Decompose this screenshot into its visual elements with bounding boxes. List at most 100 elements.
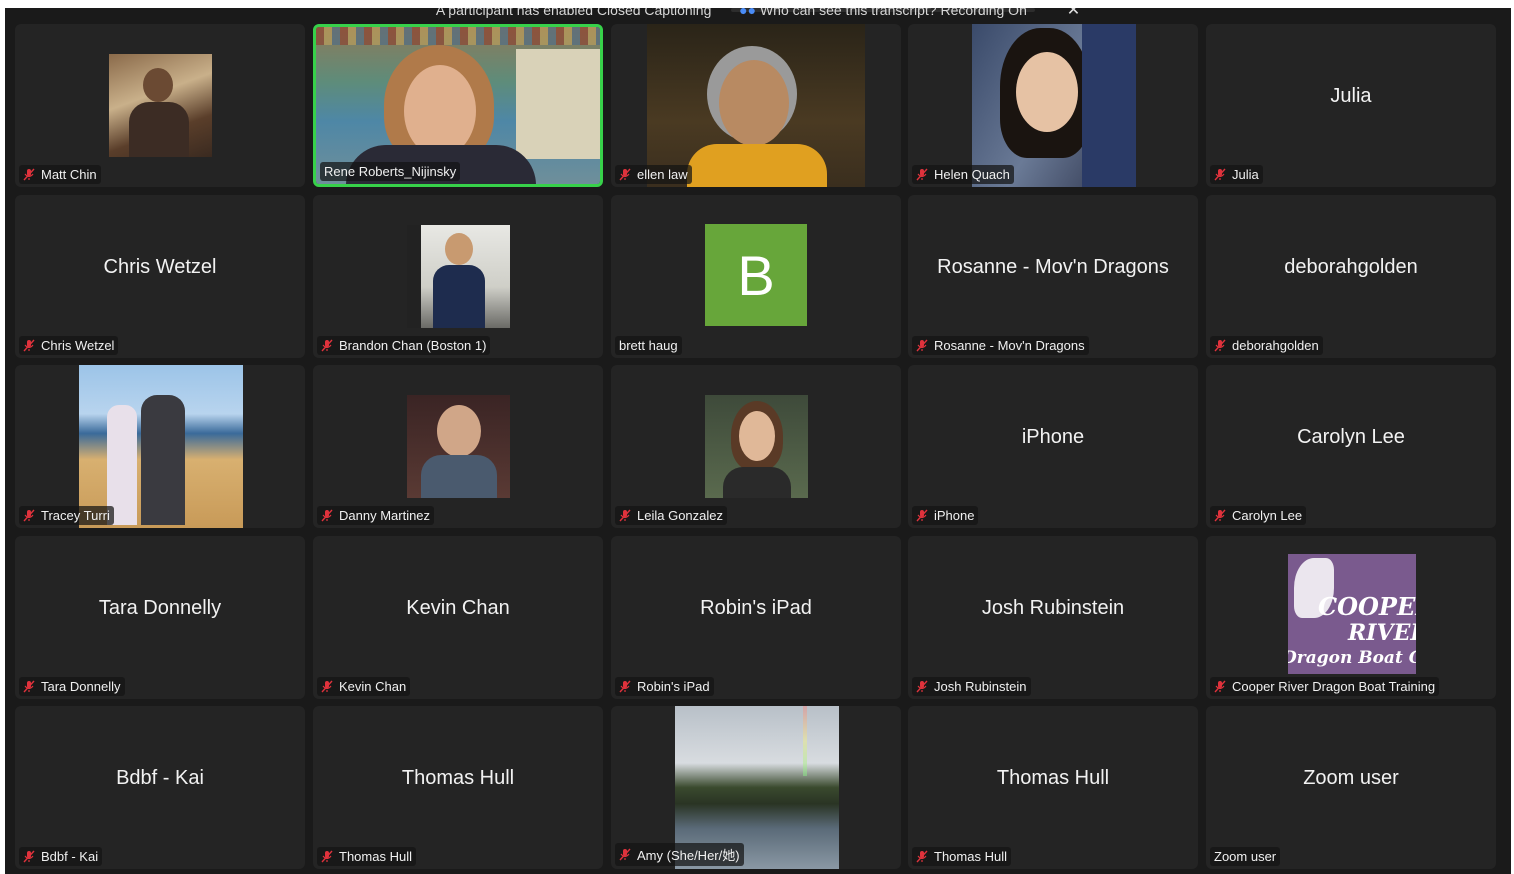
mic-muted-icon (916, 680, 928, 693)
name-label: ellen law (615, 165, 692, 184)
name-label: Carolyn Lee (1210, 506, 1307, 525)
mic-muted-icon (321, 680, 333, 693)
name-label: Josh Rubinstein (912, 677, 1031, 696)
name-label: Cooper River Dragon Boat Training (1210, 677, 1440, 696)
participant-tile-tracey-turri[interactable]: Tracey Turri (15, 365, 305, 528)
participant-display-name: Josh Rubinstein (981, 597, 1125, 619)
caption-notice: A participant has enabled Closed Caption… (435, 8, 712, 18)
mic-muted-icon (23, 168, 35, 181)
name-label: Rene Roberts_Nijinsky (320, 162, 461, 181)
participant-tile-danny-martinez[interactable]: Danny Martinez (313, 365, 603, 528)
name-label: Kevin Chan (317, 677, 411, 696)
mic-muted-icon (23, 680, 35, 693)
participant-tile-tara-donnelly[interactable]: Tara Donnelly Tara Donnelly (15, 536, 305, 699)
mic-muted-icon (1214, 168, 1226, 181)
mic-muted-icon (619, 848, 631, 861)
name-label: Robin's iPad (615, 677, 714, 696)
name-label: Bdbf - Kai (19, 847, 103, 866)
name-label: Chris Wetzel (19, 336, 119, 355)
name-label: Danny Martinez (317, 506, 435, 525)
participant-photo (705, 395, 808, 498)
participant-tile-bdbf-kai[interactable]: Bdbf - Kai Bdbf - Kai (15, 706, 305, 869)
participant-display-name: Thomas Hull (401, 767, 515, 789)
participant-tile-brandon-chan[interactable]: Brandon Chan (Boston 1) (313, 195, 603, 358)
avatar: B (705, 224, 807, 326)
close-icon[interactable]: ✕ (1067, 8, 1080, 19)
participant-display-name: Julia (1330, 85, 1372, 107)
mic-muted-icon (23, 509, 35, 522)
participant-photo (972, 24, 1136, 187)
name-label: Tracey Turri (19, 506, 114, 525)
name-label: Julia (1210, 165, 1263, 184)
participant-tile-rene-roberts[interactable]: Rene Roberts_Nijinsky (313, 24, 603, 187)
transcript-link[interactable]: ●● Who can see this transcript? Recordin… (731, 8, 1035, 17)
participant-display-name: Bdbf - Kai (116, 767, 204, 789)
mic-muted-icon (321, 509, 333, 522)
participant-photo (79, 365, 243, 528)
name-label: Brandon Chan (Boston 1) (317, 336, 491, 355)
participant-display-name: Robin's iPad (700, 597, 812, 619)
participant-tile-thomas-hull-2[interactable]: Thomas Hull Thomas Hull (908, 706, 1198, 869)
name-label: iPhone (912, 506, 979, 525)
mic-muted-icon (916, 850, 928, 863)
mic-muted-icon (1214, 509, 1226, 522)
club-logo: COOPER RIVER Dragon Boat Club (1288, 554, 1416, 674)
name-label: Amy (She/Her/她) (615, 843, 744, 866)
mic-muted-icon (916, 339, 928, 352)
participant-display-name: Thomas Hull (996, 767, 1110, 789)
mic-muted-icon (916, 509, 928, 522)
participant-tile-amy[interactable]: Amy (She/Her/她) (611, 706, 901, 869)
participant-tile-carolyn-lee[interactable]: Carolyn Lee Carolyn Lee (1206, 365, 1496, 528)
participant-display-name: iPhone (1021, 426, 1085, 448)
participant-tile-chris-wetzel[interactable]: Chris Wetzel Chris Wetzel (15, 195, 305, 358)
name-label: brett haug (615, 336, 682, 355)
participant-tile-zoom-user[interactable]: Zoom user Zoom user (1206, 706, 1496, 869)
participant-display-name: deborahgolden (1284, 256, 1418, 278)
participant-display-name: Kevin Chan (406, 597, 510, 619)
participant-photo (407, 225, 510, 328)
caption-banner: A participant has enabled Closed Caption… (5, 8, 1511, 24)
mic-muted-icon (23, 850, 35, 863)
participant-tile-julia[interactable]: Julia Julia (1206, 24, 1496, 187)
mic-muted-icon (321, 339, 333, 352)
participant-display-name: Zoom user (1303, 767, 1399, 789)
mic-muted-icon (1214, 680, 1226, 693)
participant-tile-helen-quach[interactable]: Helen Quach (908, 24, 1198, 187)
participant-tile-josh-rubinstein[interactable]: Josh Rubinstein Josh Rubinstein (908, 536, 1198, 699)
name-label: Helen Quach (912, 165, 1014, 184)
participant-tile-leila-gonzalez[interactable]: Leila Gonzalez (611, 365, 901, 528)
participant-tile-ellen-law[interactable]: ellen law (611, 24, 901, 187)
name-label: Rosanne - Mov'n Dragons (912, 336, 1089, 355)
gallery-grid: Matt Chin Rene Roberts_Nijinsky ellen la… (5, 8, 1511, 874)
name-label: Matt Chin (19, 165, 101, 184)
participant-display-name: Carolyn Lee (1297, 426, 1405, 448)
participant-tile-cooper-river[interactable]: COOPER RIVER Dragon Boat Club Cooper Riv… (1206, 536, 1496, 699)
mic-muted-icon (916, 168, 928, 181)
participant-tile-iphone[interactable]: iPhone iPhone (908, 365, 1198, 528)
mic-muted-icon (619, 509, 631, 522)
name-label: Tara Donnelly (19, 677, 125, 696)
name-label: Leila Gonzalez (615, 506, 727, 525)
participant-display-name: Rosanne - Mov'n Dragons (937, 256, 1169, 278)
mic-muted-icon (1214, 339, 1226, 352)
mic-muted-icon (619, 680, 631, 693)
mic-muted-icon (321, 850, 333, 863)
participant-tile-rosanne[interactable]: Rosanne - Mov'n Dragons Rosanne - Mov'n … (908, 195, 1198, 358)
name-label: deborahgolden (1210, 336, 1323, 355)
participant-display-name: Chris Wetzel (103, 256, 217, 278)
participant-tile-thomas-hull-1[interactable]: Thomas Hull Thomas Hull (313, 706, 603, 869)
participant-photo (109, 54, 212, 157)
name-label: Thomas Hull (912, 847, 1011, 866)
zoom-gallery-window: A participant has enabled Closed Caption… (5, 8, 1511, 874)
participant-display-name: Tara Donnelly (98, 597, 222, 619)
participant-photo (407, 395, 510, 498)
participant-tile-matt-chin[interactable]: Matt Chin (15, 24, 305, 187)
name-label: Thomas Hull (317, 847, 416, 866)
participant-tile-robins-ipad[interactable]: Robin's iPad Robin's iPad (611, 536, 901, 699)
participant-tile-deborahgolden[interactable]: deborahgolden deborahgolden (1206, 195, 1496, 358)
participant-tile-kevin-chan[interactable]: Kevin Chan Kevin Chan (313, 536, 603, 699)
participant-video (647, 24, 865, 187)
participant-tile-brett-haug[interactable]: B brett haug (611, 195, 901, 358)
mic-muted-icon (619, 168, 631, 181)
participant-video (316, 27, 600, 184)
